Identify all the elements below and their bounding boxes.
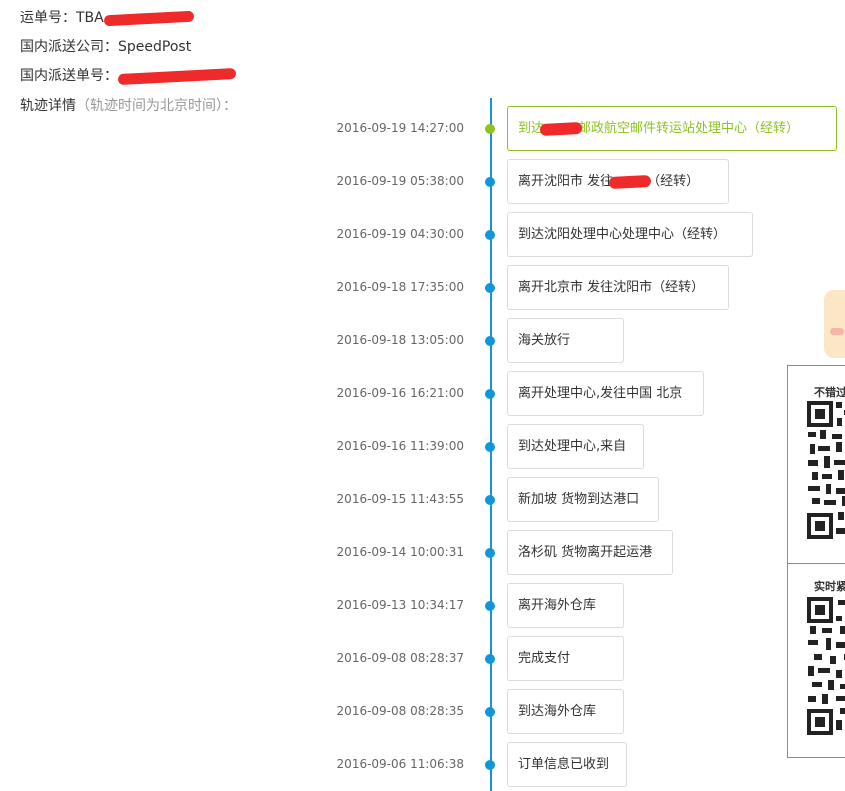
event-time: 2016-09-16 16:21:00	[336, 386, 464, 400]
redaction-mark	[608, 174, 652, 189]
event-time: 2016-09-06 11:06:38	[336, 757, 464, 771]
event-time: 2016-09-19 05:38:00	[336, 174, 464, 188]
qr-code-icon	[806, 596, 845, 736]
timeline-row: 2016-09-19 05:38:00 离开沈阳市 发往 （经转）	[0, 159, 845, 206]
event-dot-icon	[485, 760, 495, 770]
redaction-mark	[117, 67, 237, 85]
timeline-row: 2016-09-19 04:30:00 到达沈阳处理中心处理中心（经转）	[0, 212, 845, 259]
event-text: 到达海外仓库	[518, 704, 597, 719]
event-text: 洛杉矶 货物离开起运港	[518, 545, 653, 560]
event-time: 2016-09-14 10:00:31	[336, 545, 464, 559]
redaction-mark	[103, 10, 194, 26]
timeline-row: 2016-09-18 13:05:00 海关放行	[0, 318, 845, 365]
event-text-suffix: （经转）	[647, 174, 700, 189]
timeline-row: 2016-09-18 17:35:00 离开北京市 发往沈阳市（经转）	[0, 265, 845, 312]
qr2-title: 实时紧	[814, 580, 845, 593]
timeline-row: 2016-09-15 11:43:55 新加坡 货物到达港口	[0, 477, 845, 524]
qr1-title: 不错过	[814, 386, 845, 399]
event-time: 2016-09-18 13:05:00	[336, 333, 464, 347]
event-description: 海关放行	[507, 318, 624, 363]
timeline-row: 2016-09-06 11:06:38 订单信息已收到	[0, 742, 845, 789]
event-text-suffix: 邮政航空邮件转运站处理中心（经转）	[578, 121, 800, 136]
event-dot-icon	[485, 707, 495, 717]
carrier-label: 国内派送公司：	[20, 39, 118, 55]
event-text: 新加坡 货物到达港口	[518, 492, 640, 507]
domestic-number-label: 国内派送单号：	[20, 68, 118, 84]
qr-divider	[788, 563, 845, 564]
event-text: 离开北京市 发往沈阳市（经转）	[518, 280, 705, 295]
redaction-mark	[539, 121, 583, 136]
event-text: 到达沈阳处理中心处理中心（经转）	[518, 227, 727, 242]
tracking-number-value: TBA	[76, 10, 104, 26]
timeline-row: 2016-09-08 08:28:35 到达海外仓库	[0, 689, 845, 736]
event-time: 2016-09-18 17:35:00	[336, 280, 464, 294]
event-text: 订单信息已收到	[518, 757, 610, 772]
timeline-row: 2016-09-16 11:39:00 到达处理中心,来自	[0, 424, 845, 471]
event-description: 订单信息已收到	[507, 742, 627, 787]
event-dot-icon	[485, 230, 495, 240]
event-time: 2016-09-13 10:34:17	[336, 598, 464, 612]
event-description: 到达处理中心,来自	[507, 424, 644, 469]
event-text: 离开海外仓库	[518, 598, 597, 613]
timeline-row: 2016-09-14 10:00:31 洛杉矶 货物离开起运港	[0, 530, 845, 577]
timeline-row: 2016-09-16 16:21:00 离开处理中心,发往中国 北京	[0, 371, 845, 418]
timeline-row: 2016-09-08 08:28:37 完成支付	[0, 636, 845, 683]
latest-event-dot-icon	[485, 124, 495, 134]
event-description: 离开海外仓库	[507, 583, 624, 628]
event-text: 到达处理中心,来自	[518, 439, 627, 454]
event-text: 海关放行	[518, 333, 571, 348]
event-time: 2016-09-19 04:30:00	[336, 227, 464, 241]
event-description: 到达海外仓库	[507, 689, 624, 734]
event-dot-icon	[485, 389, 495, 399]
event-description: 到达沈阳处理中心处理中心（经转）	[507, 212, 753, 257]
event-description: 离开处理中心,发往中国 北京	[507, 371, 704, 416]
event-description: 新加坡 货物到达港口	[507, 477, 659, 522]
event-time: 2016-09-08 08:28:35	[336, 704, 464, 718]
event-time: 2016-09-19 14:27:00	[336, 121, 464, 135]
carrier-value: SpeedPost	[118, 39, 192, 55]
tracking-number-line: 运单号：TBA	[20, 7, 194, 27]
event-dot-icon	[485, 495, 495, 505]
tracking-number-label: 运单号：	[20, 10, 76, 26]
event-description: 完成支付	[507, 636, 624, 681]
qr-panel: 不错过 实时紧	[787, 365, 845, 758]
event-text: 离开沈阳市 发往	[518, 174, 614, 189]
event-dot-icon	[485, 654, 495, 664]
event-dot-icon	[485, 548, 495, 558]
event-description: 洛杉矶 货物离开起运港	[507, 530, 673, 575]
event-dot-icon	[485, 283, 495, 293]
event-text: 离开处理中心,发往中国 北京	[518, 386, 683, 401]
mascot-image	[824, 290, 845, 358]
qr-code-icon	[806, 400, 845, 540]
event-time: 2016-09-16 11:39:00	[336, 439, 464, 453]
event-dot-icon	[485, 442, 495, 452]
event-text: 完成支付	[518, 651, 571, 666]
carrier-line: 国内派送公司：SpeedPost	[20, 36, 191, 56]
event-dot-icon	[485, 177, 495, 187]
event-time: 2016-09-15 11:43:55	[336, 492, 464, 506]
event-dot-icon	[485, 336, 495, 346]
event-time: 2016-09-08 08:28:37	[336, 651, 464, 665]
event-dot-icon	[485, 601, 495, 611]
event-description: 离开北京市 发往沈阳市（经转）	[507, 265, 729, 310]
event-description: 到达 邮政航空邮件转运站处理中心（经转）	[507, 106, 837, 151]
domestic-number-line: 国内派送单号：	[20, 65, 237, 85]
timeline-row: 2016-09-13 10:34:17 离开海外仓库	[0, 583, 845, 630]
event-description: 离开沈阳市 发往 （经转）	[507, 159, 729, 204]
timeline-row: 2016-09-19 14:27:00 到达 邮政航空邮件转运站处理中心（经转）	[0, 106, 845, 153]
